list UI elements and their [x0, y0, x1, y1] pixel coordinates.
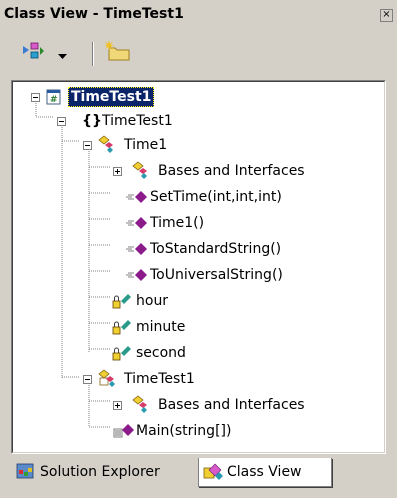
bases-interfaces-icon [132, 395, 152, 419]
method-icon [126, 215, 150, 235]
tab-class-view[interactable]: Class View [198, 458, 332, 487]
tree-node-field-hour[interactable]: hour [110, 288, 350, 314]
method-icon [126, 189, 150, 209]
expand-toggle[interactable] [113, 401, 122, 410]
tab-strip: Solution Explorer Class View [0, 456, 397, 498]
bases-interfaces-icon [132, 161, 152, 185]
collapse-toggle[interactable] [83, 375, 92, 384]
tree-node-namespace[interactable]: {} TimeTest1 [50, 108, 250, 134]
class-view-icon [203, 462, 225, 492]
tab-label: Class View [227, 464, 302, 480]
collapse-toggle[interactable] [83, 141, 92, 150]
method-label: ToUniversalString() [150, 267, 283, 283]
field-label: minute [136, 319, 186, 335]
method-icon [126, 267, 150, 287]
tree-node-method-touniversalstring[interactable]: ToUniversalString() [110, 262, 350, 288]
project-label: TimeTest1 [68, 87, 155, 107]
tree-node-class-timetest1[interactable]: TimeTest1 [76, 366, 316, 392]
tree-node-bases-time1[interactable]: Bases and Interfaces [110, 158, 350, 184]
method-label: Main(string[]) [136, 423, 232, 439]
method-label: ToStandardString() [150, 241, 282, 257]
tree-node-method-tostandardstring[interactable]: ToStandardString() [110, 236, 350, 262]
field-label: second [136, 345, 186, 361]
tree-node-bases-timetest1[interactable]: Bases and Interfaces [110, 392, 370, 418]
class-icon [98, 135, 118, 159]
method-label: Time1() [150, 215, 205, 231]
static-method-icon [112, 421, 136, 445]
method-label: SetTime(int,int,int) [150, 189, 282, 205]
private-field-icon [111, 317, 133, 341]
class-label: Time1 [124, 137, 168, 153]
tree-node-field-second[interactable]: second [110, 340, 350, 366]
class-icon [98, 369, 120, 393]
tree-node-method-settime[interactable]: SetTime(int,int,int) [110, 184, 350, 210]
tab-solution-explorer[interactable]: Solution Explorer [12, 458, 192, 486]
private-field-icon [111, 343, 133, 367]
bases-label: Bases and Interfaces [158, 397, 305, 413]
class-label: TimeTest1 [124, 371, 195, 387]
collapse-toggle[interactable] [57, 117, 66, 126]
tree-node-field-minute[interactable]: minute [110, 314, 350, 340]
private-field-icon [111, 291, 133, 315]
bases-label: Bases and Interfaces [158, 163, 305, 179]
field-label: hour [136, 293, 169, 309]
method-icon [126, 241, 150, 261]
namespace-icon: {} [82, 113, 102, 129]
expand-toggle[interactable] [113, 167, 122, 176]
tab-label: Solution Explorer [40, 464, 160, 480]
svg-text:#: # [50, 95, 58, 105]
tree-node-method-main[interactable]: Main(string[]) [110, 418, 350, 444]
collapse-toggle[interactable] [31, 93, 40, 102]
tree-node-class-time1[interactable]: Time1 [76, 132, 276, 158]
tree-node-method-time1[interactable]: Time1() [110, 210, 350, 236]
solution-explorer-icon [16, 462, 36, 492]
namespace-label: TimeTest1 [102, 113, 173, 129]
tree-node-project[interactable]: # TimeTest1 [24, 84, 224, 110]
project-icon: # [44, 88, 64, 110]
